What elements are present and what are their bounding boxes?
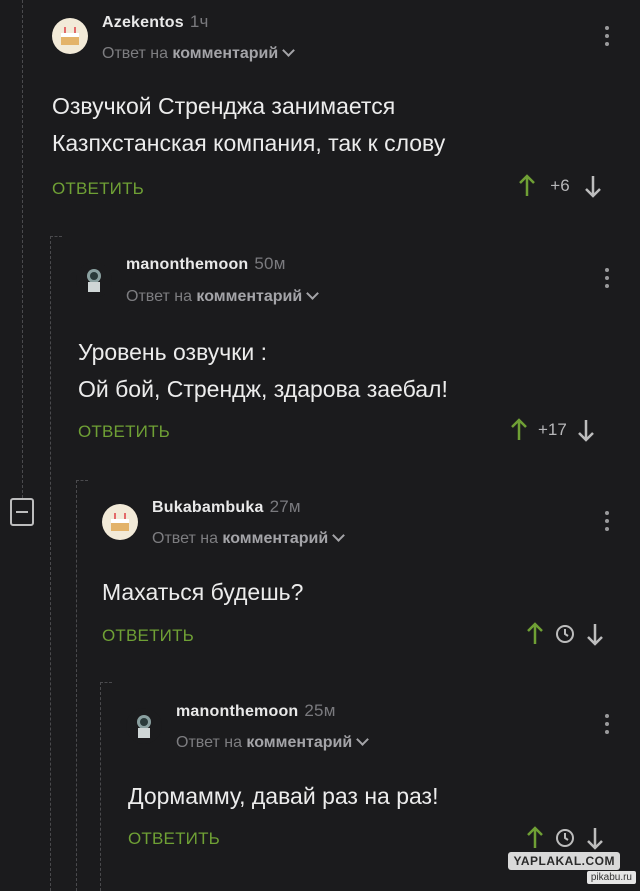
more-options-icon[interactable] [604,714,610,738]
username[interactable]: manonthemoon 25м [176,701,336,721]
thread-line [76,480,77,891]
reply-button[interactable]: ОТВЕТИТЬ [128,829,220,849]
astronaut-icon [137,715,151,738]
reply-to-link[interactable]: Ответ на комментарий [176,733,370,752]
more-options-icon[interactable] [604,268,610,292]
comment-text: Махаться будешь? [102,579,304,605]
reply-button[interactable]: ОТВЕТИТЬ [78,422,170,442]
reply-button[interactable]: ОТВЕТИТЬ [52,179,144,199]
upvote-arrow-icon[interactable] [526,622,544,646]
timestamp: 50м [254,254,286,273]
reply-to-link[interactable]: Ответ на комментарий [152,529,346,548]
reply-to-link[interactable]: Ответ на комментарий [102,44,296,63]
chevron-down-icon [282,44,296,57]
chevron-down-icon [306,287,320,300]
downvote-arrow-icon[interactable] [586,622,604,646]
comment-text: Уровень озвучки : Ой бой, Стрендж, здаро… [78,339,448,402]
cake-icon [61,27,79,45]
downvote-arrow-icon[interactable] [586,826,604,850]
upvote-arrow-icon[interactable] [526,826,544,850]
username[interactable]: Azekentos 1ч [102,12,209,32]
comment-text: Дормамму, давай раз на раз! [128,783,439,809]
thread-line [100,682,101,891]
downvote-arrow-icon[interactable] [577,418,595,442]
thread-connector [50,236,62,237]
clock-icon [556,829,574,847]
watermark: YAPLAKAL.COM [508,852,620,870]
timestamp: 1ч [189,12,209,31]
username[interactable]: Bukabambuka 27м [152,497,301,517]
avatar[interactable] [102,504,138,540]
username[interactable]: manonthemoon 50м [126,254,286,274]
cake-icon [111,513,129,531]
upvote-arrow-icon[interactable] [518,174,536,198]
avatar[interactable] [126,708,162,744]
upvote-arrow-icon[interactable] [510,418,528,442]
more-options-icon[interactable] [604,26,610,50]
chevron-down-icon [332,529,346,542]
score: +17 [538,420,567,439]
thread-connector [100,682,112,683]
comment-text: Озвучкой Стренджа занимается Казпхстанск… [52,93,446,156]
chevron-down-icon [356,733,370,746]
watermark-source: pikabu.ru [586,871,636,884]
reply-button[interactable]: ОТВЕТИТЬ [102,626,194,646]
score: +6 [550,176,570,195]
thread-line [22,0,23,498]
clock-icon [556,625,574,643]
timestamp: 25м [304,701,336,720]
timestamp: 27м [269,497,301,516]
thread-connector [76,480,88,481]
avatar[interactable] [52,18,88,54]
avatar[interactable] [76,262,112,298]
thread-line [50,236,51,891]
downvote-arrow-icon[interactable] [584,174,602,198]
astronaut-icon [87,269,101,292]
more-options-icon[interactable] [604,511,610,535]
reply-to-link[interactable]: Ответ на комментарий [126,287,320,306]
collapse-thread-button[interactable] [10,498,34,526]
